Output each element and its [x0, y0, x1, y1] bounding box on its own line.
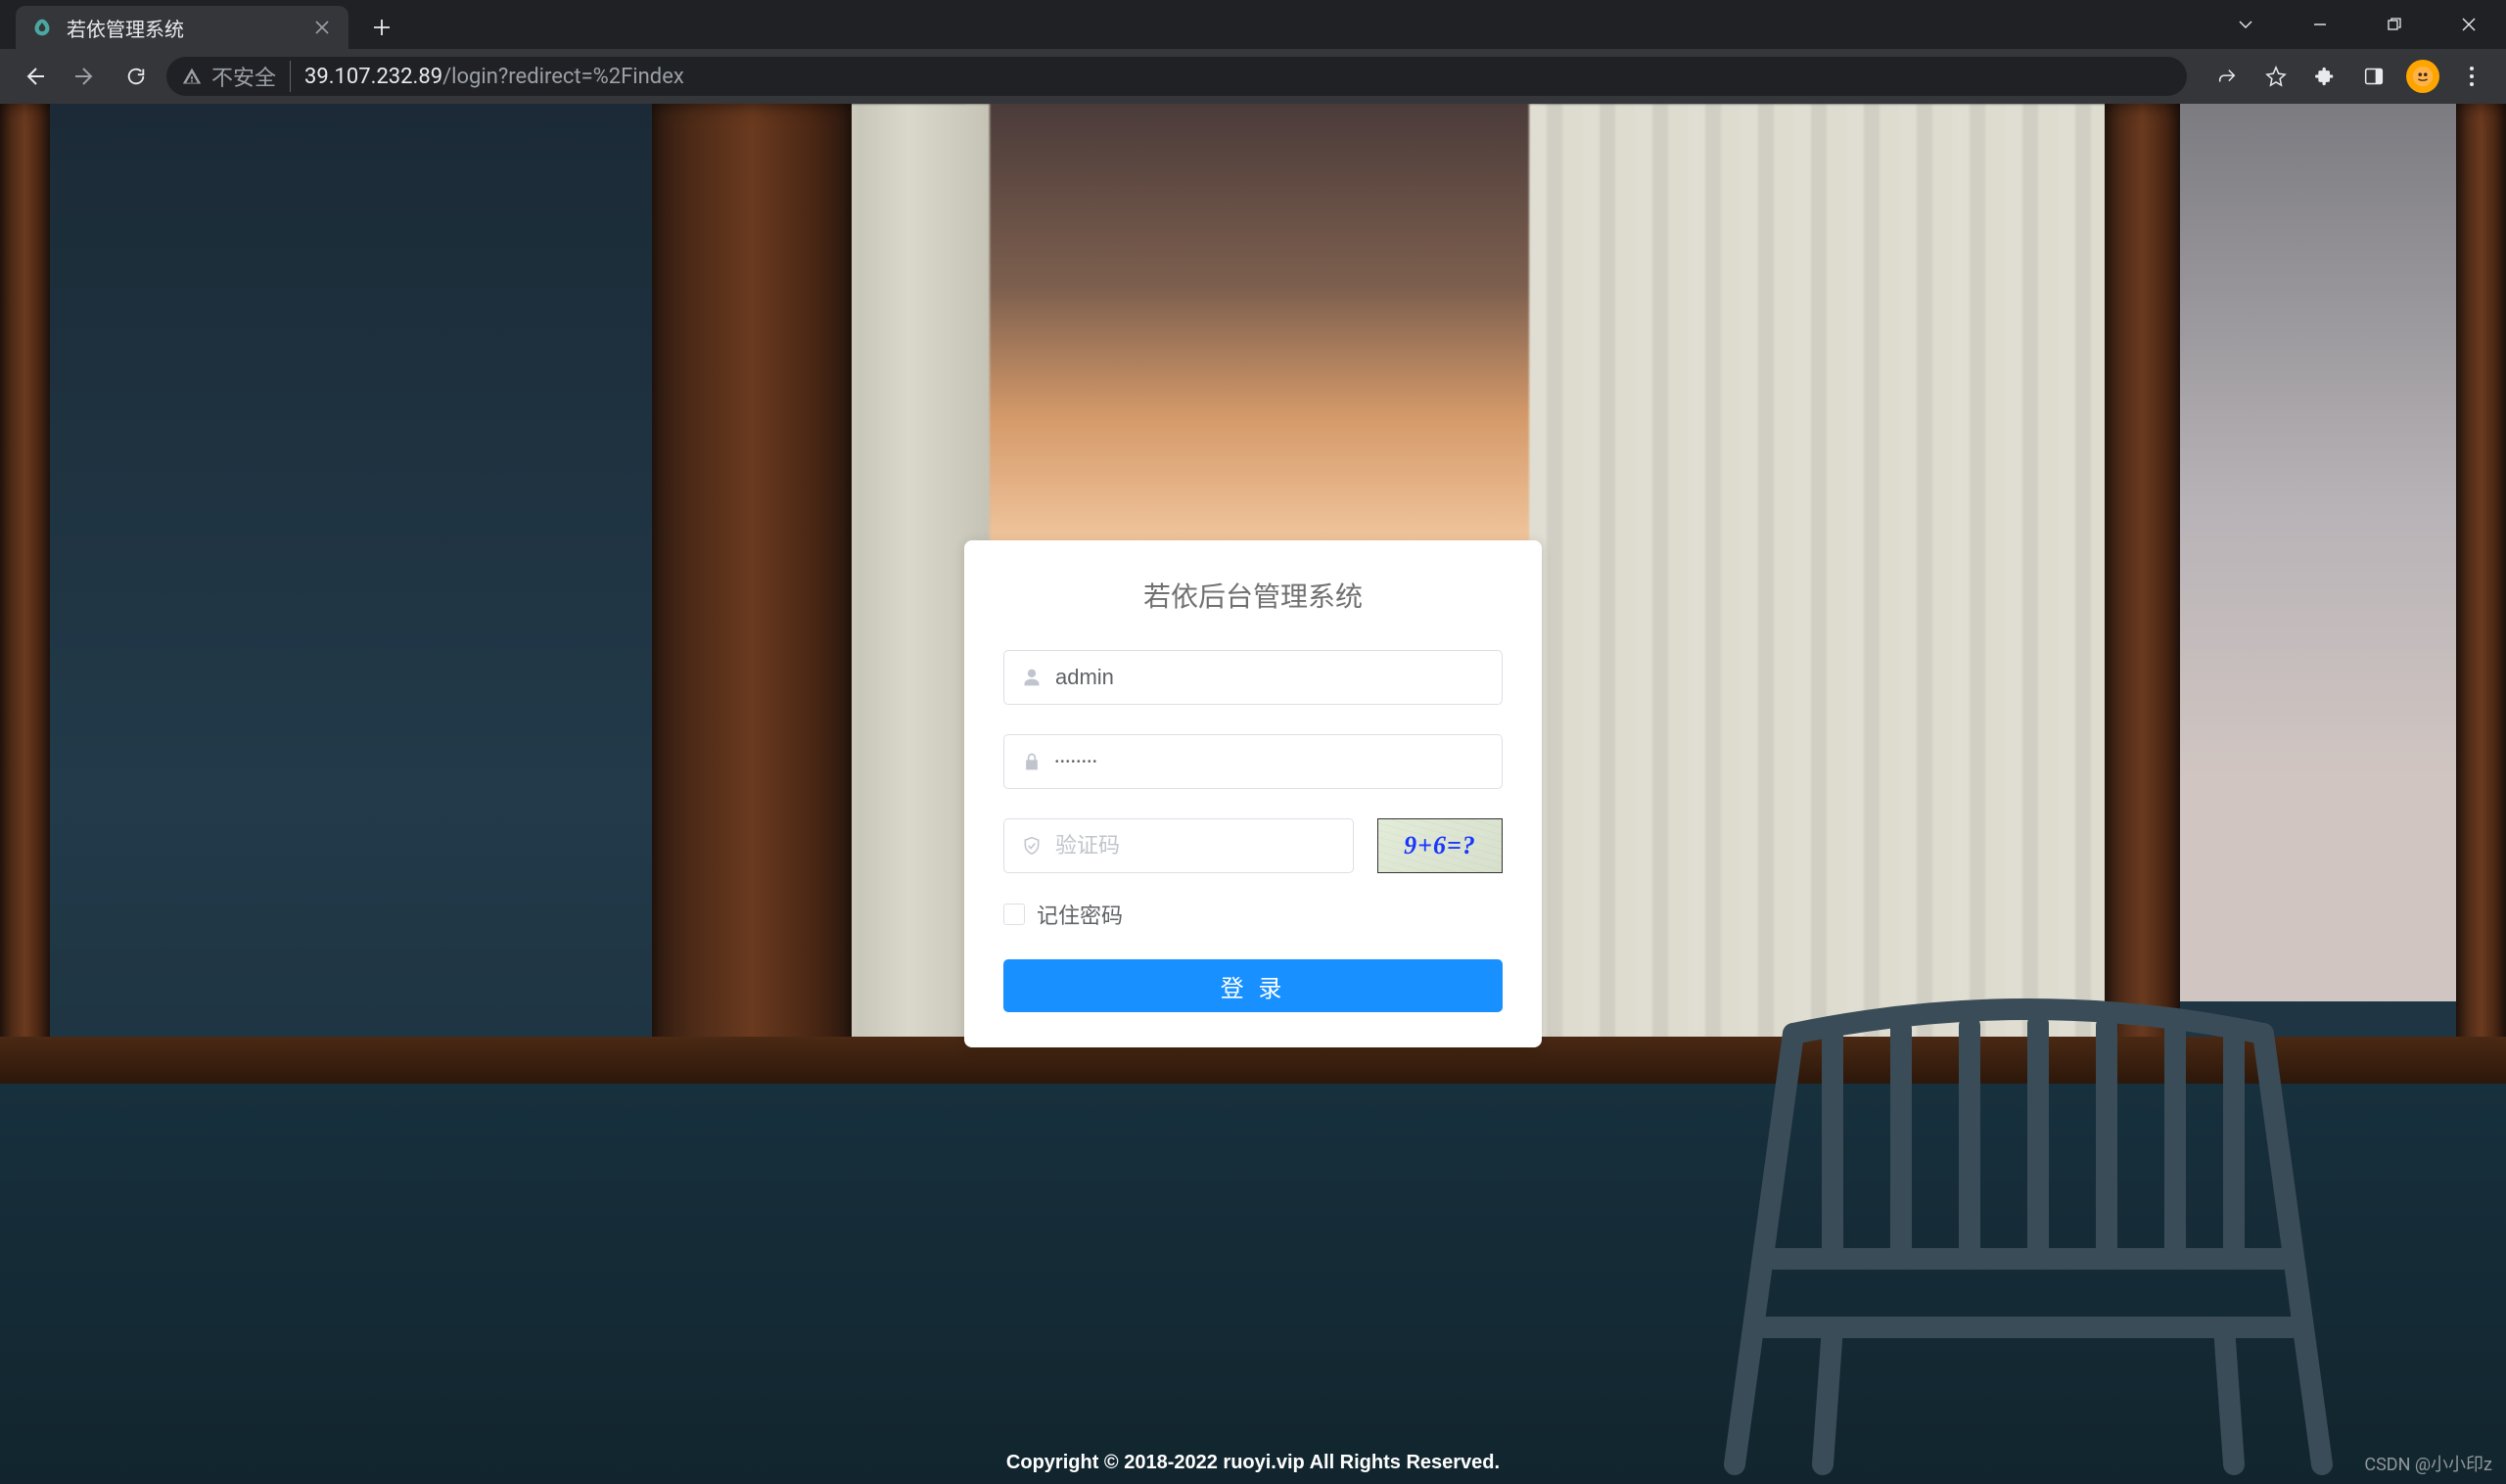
url-text: 39.107.232.89/login?redirect=%2Findex [304, 65, 684, 89]
kebab-menu-icon[interactable] [2451, 56, 2492, 97]
browser-tab[interactable]: 若依管理系统 [16, 6, 348, 49]
tab-title: 若依管理系统 [67, 14, 311, 42]
tab-bar: 若依管理系统 [0, 0, 2506, 49]
chair-decor [1676, 838, 2381, 1484]
url-path: /login?redirect=%2Findex [442, 65, 684, 89]
remember-row: 记住密码 [1003, 899, 1503, 930]
password-input[interactable] [1055, 757, 1486, 767]
login-card: 若依后台管理系统 [964, 540, 1542, 1047]
footer-copyright: Copyright © 2018-2022 ruoyi.vip All Righ… [0, 1452, 2506, 1474]
lock-icon [1020, 750, 1044, 773]
login-title: 若依后台管理系统 [1003, 576, 1503, 615]
tab-favicon-icon [31, 17, 53, 38]
sidepanel-icon[interactable] [2353, 56, 2394, 97]
username-input-wrap[interactable] [1003, 650, 1503, 705]
toolbar: 不安全 39.107.232.89/login?redirect=%2Finde… [0, 49, 2506, 104]
avatar-icon [2406, 60, 2439, 93]
captcha-row: 9+6=? [1003, 818, 1503, 873]
bookmark-star-icon[interactable] [2255, 56, 2297, 97]
back-button[interactable] [14, 56, 55, 97]
forward-button[interactable] [65, 56, 106, 97]
window-minimize-button[interactable] [2283, 0, 2357, 49]
address-bar[interactable]: 不安全 39.107.232.89/login?redirect=%2Finde… [166, 57, 2187, 96]
extensions-icon[interactable] [2304, 56, 2345, 97]
captcha-text: 9+6=? [1404, 831, 1476, 860]
login-button[interactable]: 登 录 [1003, 959, 1503, 1012]
captcha-input-wrap[interactable] [1003, 818, 1354, 873]
captcha-image[interactable]: 9+6=? [1377, 818, 1503, 873]
insecure-badge[interactable]: 不安全 [182, 61, 291, 92]
window-maximize-button[interactable] [2357, 0, 2432, 49]
remember-checkbox[interactable] [1003, 904, 1025, 925]
remember-label[interactable]: 记住密码 [1037, 899, 1123, 930]
browser-chrome: 若依管理系统 [0, 0, 2506, 104]
shield-check-icon [1020, 834, 1044, 858]
warning-icon [182, 67, 202, 86]
username-input[interactable] [1055, 665, 1486, 690]
page-viewport: 若依后台管理系统 [0, 104, 2506, 1484]
watermark: CSDN @小小印z [2364, 1451, 2492, 1476]
insecure-label: 不安全 [211, 61, 276, 92]
tab-close-button[interactable] [311, 17, 333, 38]
toolbar-right-icons [2206, 56, 2492, 97]
password-input-wrap[interactable] [1003, 734, 1503, 789]
new-tab-button[interactable] [362, 8, 401, 47]
password-row [1003, 734, 1503, 789]
window-close-button[interactable] [2432, 0, 2506, 49]
user-icon [1020, 666, 1044, 689]
username-row [1003, 650, 1503, 705]
profile-avatar[interactable] [2402, 56, 2443, 97]
reload-button[interactable] [116, 56, 157, 97]
captcha-input[interactable] [1055, 833, 1337, 858]
window-controls [2208, 0, 2506, 49]
share-icon[interactable] [2206, 56, 2248, 97]
window-chevron-icon[interactable] [2208, 0, 2283, 49]
url-host: 39.107.232.89 [304, 65, 442, 89]
